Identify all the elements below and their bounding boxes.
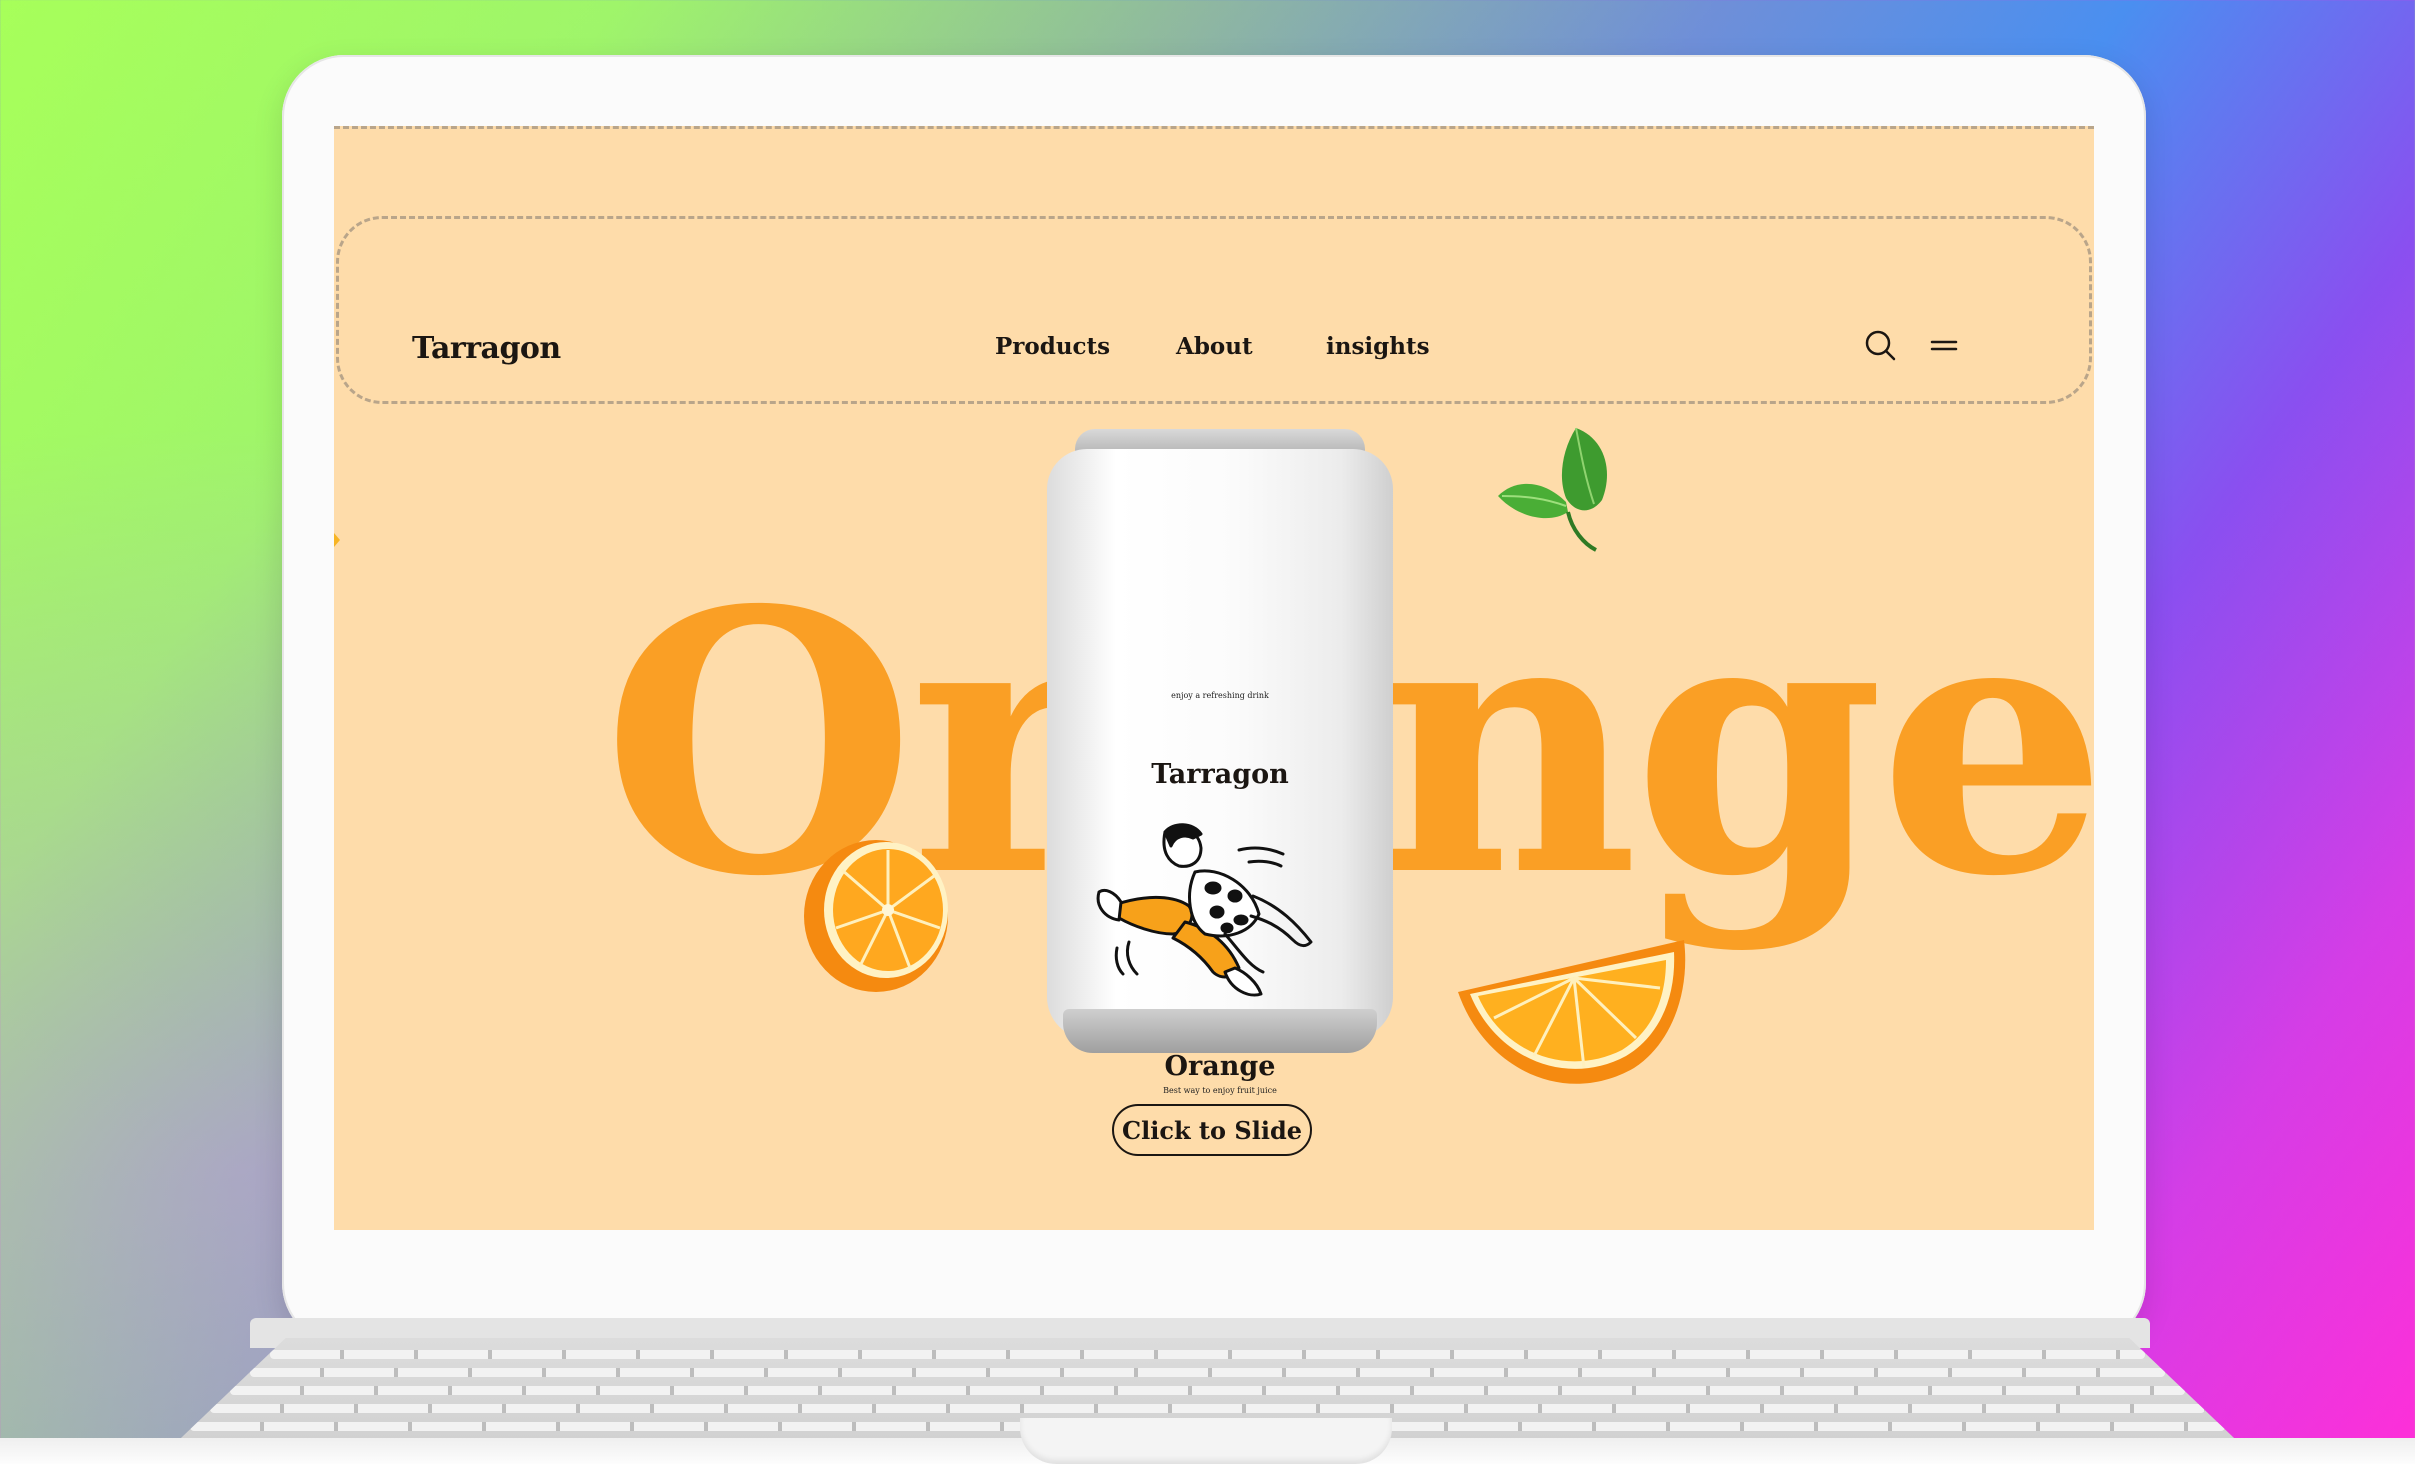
drink-can: enjoy a refreshing drink Tarragon Orange… <box>1047 429 1393 1095</box>
site-logo[interactable]: Tarragon <box>412 331 561 366</box>
nav-item-about[interactable]: About <box>1176 333 1253 360</box>
screen-guide-line <box>334 126 2094 129</box>
website-screen: Tarragon Products About insights Or nge <box>334 126 2094 1230</box>
orange-slice-image <box>1454 938 1690 1098</box>
hero-word-right: nge <box>1377 532 2094 955</box>
jumping-man-illustration <box>1089 822 1351 1032</box>
nav-item-insights[interactable]: insights <box>1326 333 1430 360</box>
header-container <box>336 216 2092 404</box>
can-subline: Best way to enjoy fruit juice <box>1163 1086 1277 1095</box>
can-brand-name: Tarragon <box>1151 759 1289 790</box>
laptop-base <box>0 1318 2415 1464</box>
laptop-opening-notch <box>1020 1418 1392 1464</box>
menu-icon[interactable] <box>1924 326 1964 366</box>
leaf-icon <box>1494 420 1634 560</box>
search-icon[interactable] <box>1861 326 1901 366</box>
can-tagline: enjoy a refreshing drink <box>1171 691 1269 700</box>
slide-edge-decoration <box>334 526 348 554</box>
nav-item-products[interactable]: Products <box>995 333 1110 360</box>
can-flavor-name: Orange <box>1164 1051 1276 1082</box>
orange-half-image <box>802 832 954 994</box>
click-to-slide-button[interactable]: Click to Slide <box>1112 1104 1312 1156</box>
